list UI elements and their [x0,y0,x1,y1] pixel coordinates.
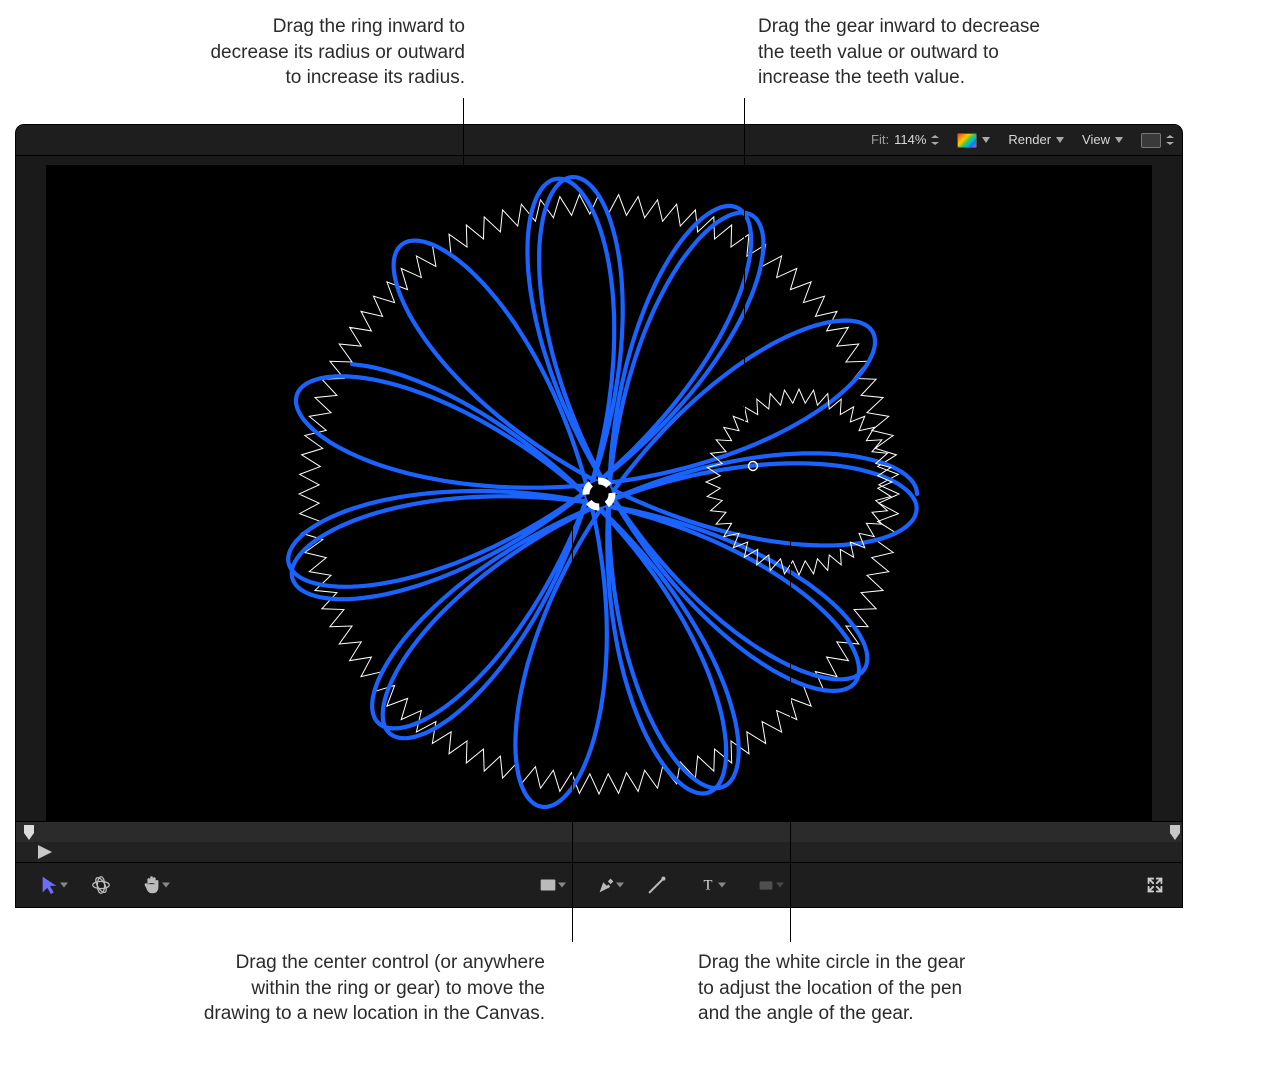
render-menu[interactable]: Render [1008,131,1064,149]
bezier-pen-tool[interactable] [586,872,626,898]
stepper-icon [1166,135,1174,145]
select-tool[interactable] [30,872,70,898]
view-label: View [1082,131,1110,149]
mini-timeline[interactable] [16,821,1182,863]
chevron-down-icon [1056,137,1064,143]
canvas-topbar: Fit: 114% Render View [16,125,1182,156]
leader-ring [463,98,464,210]
color-channel-icon [957,133,977,148]
chevron-down-icon [982,137,990,143]
chevron-down-icon [1115,137,1123,143]
stepper-icon [931,135,939,145]
pan-tool[interactable] [132,872,172,898]
spiro-drawing-svg [46,165,1152,823]
canvas-tool-row: T [16,863,1182,907]
leader-gear [744,98,745,438]
fit-label: Fit: [871,131,889,149]
transform-3d-tool[interactable] [88,872,114,898]
leader-center [572,520,573,942]
render-label: Render [1008,131,1051,149]
callout-pen-circle: Drag the white circle in the gear to adj… [698,950,1118,1027]
paint-stroke-tool[interactable] [644,872,670,898]
canvas-viewport[interactable] [46,165,1152,823]
color-channel-popup[interactable] [957,133,990,148]
center-control[interactable] [586,481,612,507]
mask-tool[interactable] [746,872,786,898]
svg-text:T: T [704,878,713,894]
callout-gear-teeth: Drag the gear inward to decrease the tee… [758,14,1158,91]
canvas-window: Fit: 114% Render View [16,125,1182,907]
shape-rectangle-tool[interactable] [528,872,568,898]
callout-ring-radius: Drag the ring inward to decrease its rad… [70,14,465,91]
zoom-fit-control[interactable]: Fit: 114% [871,131,939,149]
callout-center-control: Drag the center control (or anywhere wit… [90,950,545,1027]
view-menu[interactable]: View [1082,131,1123,149]
inner-gear-outline[interactable] [706,389,892,575]
fit-value: 114% [894,131,926,149]
leader-pen [790,508,791,942]
text-tool[interactable]: T [688,872,728,898]
view-layout-icon [1141,133,1161,148]
view-layout-popup[interactable] [1141,133,1174,148]
fullscreen-toggle[interactable] [1142,872,1168,898]
